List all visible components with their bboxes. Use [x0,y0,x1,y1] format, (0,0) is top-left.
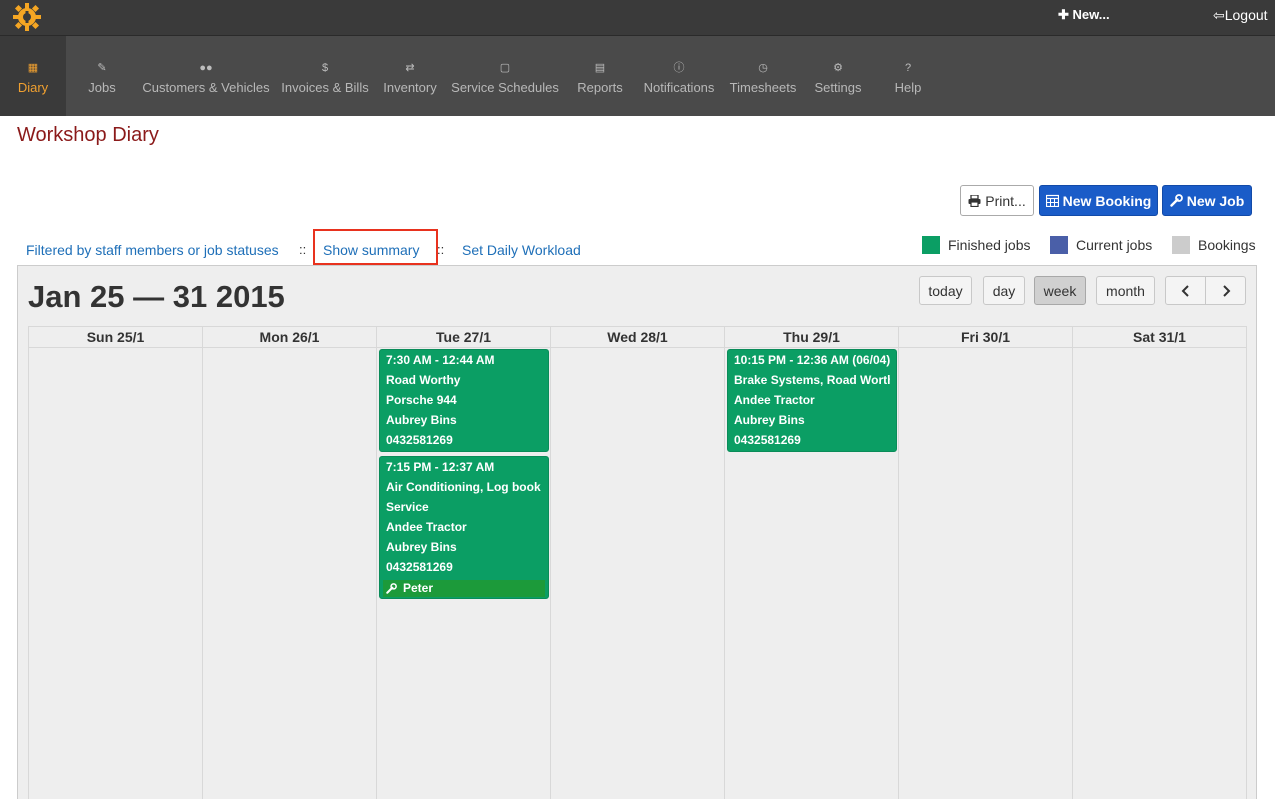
exchange-icon: ⇄ [405,61,415,74]
event-staff: Peter [383,580,545,597]
info-icon: ⓘ [673,61,685,74]
event-line: Aubrey Bins [386,540,457,554]
event-line: Porsche 944 [386,393,457,407]
event-line: 0432581269 [734,433,801,447]
event-line: Air Conditioning, Log book [386,480,541,494]
nav-item-invoices-bills[interactable]: $ Invoices & Bills [274,36,376,116]
calendar-icon: ▢ [499,61,511,74]
nav-item-jobs[interactable]: ✎ Jobs [66,36,138,116]
logout-button[interactable]: ⇦Logout [1213,7,1268,24]
next-week-button[interactable] [1205,276,1246,305]
week-view-button[interactable]: week [1034,276,1086,305]
wrench-icon: ✎ [97,61,107,74]
main-nav: ▦ Diary ✎ Jobs ●● Customers & Vehicles $… [0,36,1275,116]
legend-bookings-label: Bookings [1198,237,1256,253]
clock-icon: ◷ [758,61,768,74]
chevron-right-icon [1222,284,1230,297]
nav-item-customers-vehicles[interactable]: ●● Customers & Vehicles [138,36,274,116]
day-column[interactable] [203,348,377,799]
users-icon: ●● [199,61,213,74]
set-daily-workload-link[interactable]: Set Daily Workload [462,242,581,258]
day-header: Sun 25/1 [29,326,203,348]
calendar-title: Jan 25 — 31 2015 [28,279,285,314]
nav-item-notifications[interactable]: ⓘ Notifications [634,36,724,116]
legend-finished-swatch [922,236,940,254]
nav-item-service-schedules[interactable]: ▢ Service Schedules [444,36,566,116]
event-line: 0432581269 [386,560,453,574]
nav-item-timesheets[interactable]: ◷ Timesheets [724,36,802,116]
new-menu-button[interactable]: ✚ New... [1058,7,1110,23]
chevron-left-icon [1181,284,1189,297]
legend-finished-label: Finished jobs [948,237,1031,253]
event-line: Service [386,500,429,514]
nav-item-help[interactable]: ? Help [874,36,942,116]
event-line: Aubrey Bins [734,413,805,427]
event-staff-name: Peter [403,581,434,595]
calendar-icon [1045,194,1059,207]
nav-item-settings[interactable]: ⚙ Settings [802,36,874,116]
event-time: 10:15 PM - 12:36 AM (06/04) [734,353,890,367]
print-button[interactable]: Print... [960,185,1034,216]
week-grid: Sun 25/1 Mon 26/1 Tue 27/1 Wed 28/1 Thu … [28,326,1247,799]
app-logo-icon[interactable] [12,2,42,32]
page-title: Workshop Diary [17,124,159,146]
nav-item-inventory[interactable]: ⇄ Inventory [376,36,444,116]
month-view-button[interactable]: month [1096,276,1155,305]
staff-filter-link[interactable]: Filtered by staff members or job statuse… [26,242,279,258]
day-header: Fri 30/1 [899,326,1073,348]
today-button[interactable]: today [919,276,972,305]
event-line: Aubrey Bins [386,413,457,427]
day-header: Tue 27/1 [377,326,551,348]
logout-icon: ⇦ [1213,7,1225,23]
wrench-icon [1170,194,1183,207]
event-line: 0432581269 [386,433,453,447]
event-line: Andee Tractor [386,520,467,534]
calendar-event[interactable]: 7:15 PM - 12:37 AM Air Conditioning, Log… [379,456,549,599]
event-line: Brake Systems, Road Worthy [734,373,890,387]
printer-icon [968,194,981,207]
event-line: Road Worthy [386,373,461,387]
top-bar: ✚ New... ⇦Logout [0,0,1275,36]
event-line: Andee Tractor [734,393,815,407]
question-icon: ? [904,61,912,74]
nav-item-reports[interactable]: ▤ Reports [566,36,634,116]
event-time: 7:30 AM - 12:44 AM [386,353,495,367]
day-column[interactable] [29,348,203,799]
event-time: 7:15 PM - 12:37 AM [386,460,495,474]
calendar-icon: ▦ [27,61,39,74]
day-view-button[interactable]: day [983,276,1025,305]
highlight-box [313,229,438,265]
wrench-icon [386,583,397,594]
calendar-event[interactable]: 10:15 PM - 12:36 AM (06/04) Brake System… [727,349,897,452]
day-column[interactable] [1073,348,1247,799]
prev-week-button[interactable] [1165,276,1206,305]
new-booking-button[interactable]: New Booking [1039,185,1158,216]
separator: :: [299,242,307,257]
day-column[interactable] [551,348,725,799]
chart-icon: ▤ [594,61,606,74]
day-header: Sat 31/1 [1073,326,1247,348]
separator: :: [437,242,445,257]
calendar-event[interactable]: 7:30 AM - 12:44 AM Road Worthy Porsche 9… [379,349,549,452]
new-job-button[interactable]: New Job [1162,185,1252,216]
legend-current-label: Current jobs [1076,237,1153,253]
day-header: Mon 26/1 [203,326,377,348]
dollar-icon: $ [321,61,329,74]
nav-item-diary[interactable]: ▦ Diary [0,36,66,116]
day-header: Wed 28/1 [551,326,725,348]
day-header: Thu 29/1 [725,326,899,348]
plus-icon: ✚ [1058,7,1073,22]
day-column[interactable] [899,348,1073,799]
cogs-icon: ⚙ [833,61,843,74]
legend-bookings-swatch [1172,236,1190,254]
legend-current-swatch [1050,236,1068,254]
